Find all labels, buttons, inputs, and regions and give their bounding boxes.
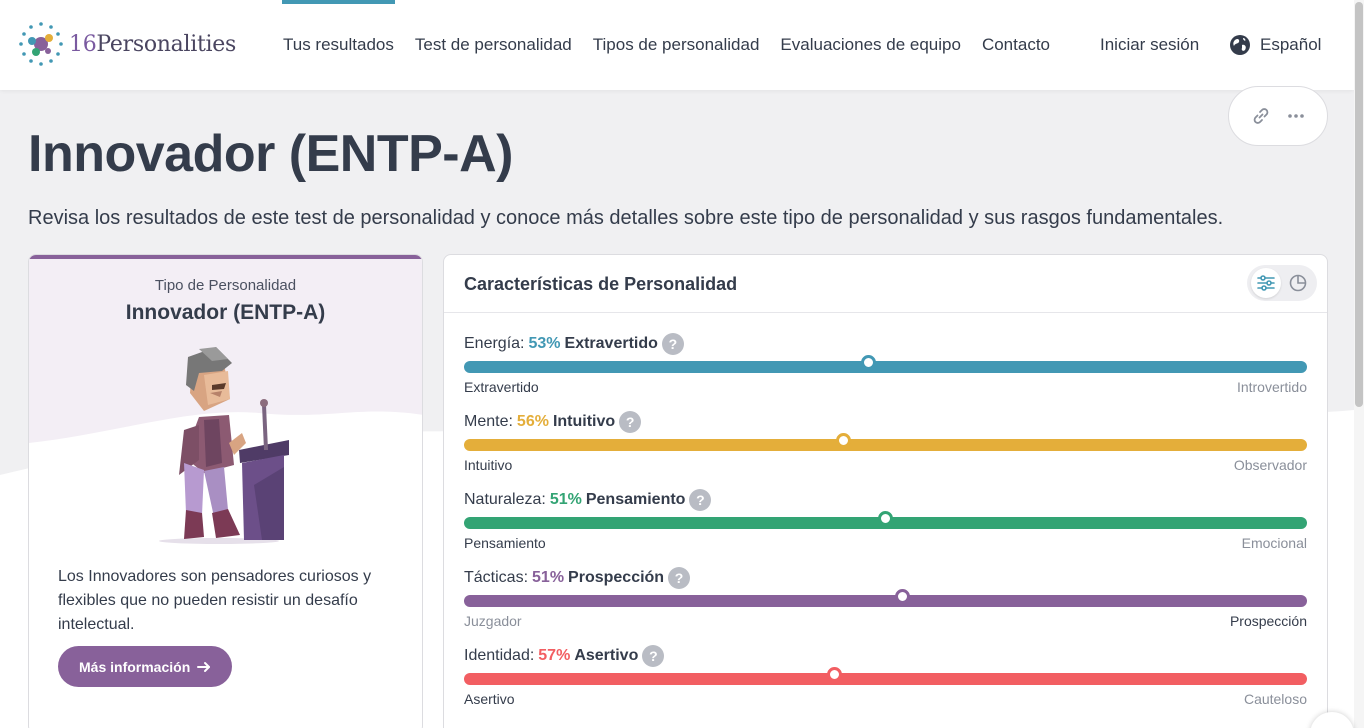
- logo-wordmark: 16Personalities: [69, 31, 236, 57]
- trait-nature-percent: 51%: [549, 491, 582, 508]
- top-navigation-bar: 16Personalities Tus resultados Test de p…: [0, 0, 1354, 90]
- trait-energy-bar: [464, 361, 1307, 373]
- help-icon[interactable]: ?: [689, 489, 712, 511]
- language-label: Español: [1260, 35, 1322, 54]
- traits-card-header: Características de Personalidad: [444, 255, 1327, 313]
- scrollbar-thumb[interactable]: [1355, 2, 1363, 407]
- trait-identity-percent: 57%: [538, 647, 571, 664]
- view-toggle: [1247, 265, 1317, 301]
- share-toolbar: [1228, 86, 1328, 146]
- logo-mark-icon: [19, 22, 63, 66]
- trait-identity: Identidad: 57% Asertivo ? Asertivo Caute…: [464, 645, 1307, 715]
- sliders-icon: [1257, 275, 1275, 291]
- trait-nature-right-pole: Emocional: [1241, 535, 1307, 551]
- trait-nature-marker: [878, 511, 893, 526]
- trait-tactics-name: Prospección: [568, 569, 665, 586]
- trait-identity-heading: Identidad: 57% Asertivo ?: [464, 645, 665, 667]
- trait-energy-right-pole: Introvertido: [1236, 379, 1307, 395]
- nav-item-tus-resultados[interactable]: Tus resultados: [282, 0, 395, 90]
- trait-mind-heading: Mente: 56% Intuitivo ?: [464, 411, 642, 433]
- trait-nature: Naturaleza: 51% Pensamiento ? Pensamient…: [464, 489, 1307, 559]
- pie-chart-icon: [1289, 274, 1307, 292]
- trait-mind-percent: 56%: [516, 413, 549, 430]
- trait-tactics-left-pole: Juzgador: [464, 613, 522, 629]
- trait-mind-right-pole: Observador: [1233, 457, 1307, 473]
- trait-nature-name: Pensamiento: [585, 491, 686, 508]
- trait-energy: Energía: 53% Extravertido ? Extravertido…: [464, 333, 1307, 403]
- help-icon[interactable]: ?: [668, 567, 691, 589]
- trait-identity-left-pole: Asertivo: [464, 691, 515, 707]
- trait-mind: Mente: 56% Intuitivo ? Intuitivo Observa…: [464, 411, 1307, 481]
- sliders-view-button[interactable]: [1251, 268, 1281, 298]
- trait-tactics-percent: 51%: [532, 569, 565, 586]
- trait-tactics-right-pole: Prospección: [1229, 613, 1307, 629]
- trait-mind-left-pole: Intuitivo: [464, 457, 513, 473]
- globe-icon: [1230, 35, 1250, 55]
- site-logo[interactable]: 16Personalities: [19, 22, 236, 66]
- traits-title: Características de Personalidad: [464, 274, 738, 294]
- trait-tactics-heading: Tácticas: 51% Prospección ?: [464, 567, 691, 589]
- type-name: Innovador (ENTP-A): [125, 301, 326, 324]
- main-nav: Tus resultados Test de personalidad Tipo…: [282, 0, 1071, 90]
- trait-tactics-bar: [464, 595, 1307, 607]
- trait-mind-label: Mente:: [464, 413, 513, 430]
- trait-tactics-label: Tácticas:: [464, 569, 529, 586]
- help-icon[interactable]: ?: [619, 411, 642, 433]
- trait-mind-bar: [464, 439, 1307, 451]
- language-selector[interactable]: Español: [1229, 34, 1321, 56]
- trait-mind-name: Intuitivo: [552, 413, 616, 430]
- type-label: Tipo de Personalidad: [154, 277, 297, 294]
- more-info-button[interactable]: Más información: [58, 646, 233, 687]
- trait-energy-heading: Energía: 53% Extravertido ?: [464, 333, 684, 355]
- nav-item-contacto[interactable]: Contacto: [982, 0, 1050, 90]
- trait-energy-name: Extravertido: [564, 335, 658, 352]
- nav-item-tipos-de-personalidad[interactable]: Tipos de personalidad: [593, 0, 760, 90]
- pie-view-button[interactable]: [1283, 268, 1313, 298]
- trait-energy-left-pole: Extravertido: [464, 379, 539, 395]
- link-icon[interactable]: [1251, 106, 1271, 126]
- trait-identity-label: Identidad:: [464, 647, 535, 664]
- page-subtitle: Revisa los resultados de este test de pe…: [28, 207, 1224, 229]
- trait-identity-marker: [827, 667, 842, 682]
- trait-nature-heading: Naturaleza: 51% Pensamiento ?: [464, 489, 712, 511]
- trait-energy-marker: [861, 355, 876, 370]
- more-info-label: Más información: [79, 658, 191, 675]
- trait-nature-label: Naturaleza:: [464, 491, 546, 508]
- trait-energy-percent: 53%: [528, 335, 561, 352]
- trait-tactics: Tácticas: 51% Prospección ? Juzgador Pro…: [464, 567, 1307, 637]
- innovator-avatar-illustration: [159, 347, 289, 544]
- trait-tactics-marker: [895, 589, 910, 604]
- page-title: Innovador (ENTP-A): [28, 125, 513, 183]
- nav-item-test-de-personalidad[interactable]: Test de personalidad: [415, 0, 572, 90]
- more-horizontal-icon[interactable]: [1287, 113, 1305, 119]
- type-description: Los Innovadores son pensadores curiosos …: [58, 568, 372, 633]
- arrow-right-icon: [197, 661, 211, 672]
- personality-type-card: Tipo de Personalidad Innovador (ENTP-A) …: [28, 254, 423, 728]
- trait-identity-right-pole: Cauteloso: [1243, 691, 1307, 707]
- nav-item-evaluaciones-de-equipo[interactable]: Evaluaciones de equipo: [780, 0, 961, 90]
- page-scrollbar[interactable]: [1354, 0, 1364, 728]
- trait-identity-bar: [464, 673, 1307, 685]
- personality-traits-card: Características de Personalidad Energía:…: [443, 254, 1328, 728]
- card-accent-band: [29, 255, 422, 259]
- trait-identity-name: Asertivo: [574, 647, 639, 664]
- login-link[interactable]: Iniciar sesión: [1100, 0, 1199, 90]
- help-icon[interactable]: ?: [642, 645, 665, 667]
- help-icon[interactable]: ?: [661, 333, 684, 355]
- trait-mind-marker: [836, 433, 851, 448]
- trait-nature-left-pole: Pensamiento: [464, 535, 546, 551]
- trait-energy-label: Energía:: [464, 335, 525, 352]
